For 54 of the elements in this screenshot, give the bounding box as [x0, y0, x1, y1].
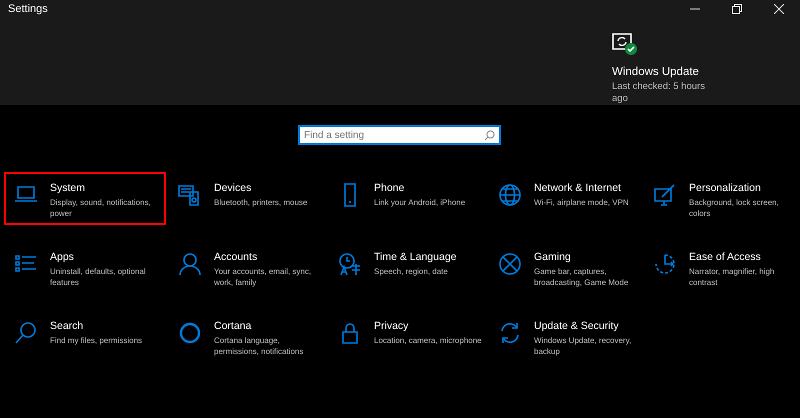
globe-icon [498, 183, 522, 207]
search-field[interactable]: Find a setting [298, 125, 501, 145]
circle-icon [178, 321, 202, 345]
category-item[interactable]: Search Find my files, permissions [4, 310, 166, 363]
window-title: Settings [8, 3, 48, 15]
category-name: Apps [50, 251, 75, 263]
category-description: Link your Android, iPhone [374, 197, 466, 208]
update-check-icon[interactable] [612, 32, 638, 56]
category-item[interactable]: Phone Link your Android, iPhone [328, 172, 490, 225]
update-status: Last checked: 5 hours ago [612, 81, 706, 105]
category-name: Phone [374, 182, 406, 194]
category-description: Game bar, captures, broadcasting, Game Mode [534, 266, 630, 288]
category-name: Gaming [534, 251, 572, 263]
category-item[interactable]: Privacy Location, camera, microphone [328, 310, 490, 363]
category-item[interactable]: Devices Bluetooth, printers, mouse [168, 172, 330, 225]
category-item[interactable]: Time & Language Speech, region, date [328, 241, 490, 294]
category-description: Location, camera, microphone [374, 335, 482, 346]
category-name: Time & Language [374, 251, 456, 263]
category-description: Your accounts, email, sync, work, family [214, 266, 312, 288]
category-description: Windows Update, recovery, backup [534, 335, 632, 357]
monitor-pen-icon [653, 183, 677, 207]
category-name: Search [50, 320, 84, 332]
category-name: Accounts [214, 251, 258, 263]
person-icon [178, 252, 202, 276]
dashed-dial-icon [653, 252, 677, 276]
category-description: Speech, region, date [374, 266, 449, 277]
category-description: Display, sound, notifications, power [50, 197, 152, 219]
category-item[interactable]: Apps Uninstall, defaults, optional features [4, 241, 166, 294]
category-item[interactable]: Update & Security Windows Update, recovery, backup [488, 310, 650, 363]
category-name: Cortana [214, 320, 252, 332]
category-name: Devices [214, 182, 252, 194]
category-description: Uninstall, defaults, optional features [50, 266, 147, 288]
category-description: Narrator, magnifier, high contrast [689, 266, 776, 288]
game-logo-icon [498, 252, 522, 276]
clock-letters-icon [338, 252, 362, 276]
category-name: Ease of Access [689, 251, 762, 263]
category-name: System [50, 182, 86, 194]
category-item[interactable]: System Display, sound, notifications, power [4, 172, 166, 225]
category-description: Background, lock screen, colors [689, 197, 780, 219]
update-title[interactable]: Windows Update [612, 66, 800, 78]
category-description: Find my files, permissions [50, 335, 142, 346]
keyboard-speaker-icon [178, 183, 202, 207]
category-description: Bluetooth, printers, mouse [214, 197, 308, 208]
sync-arrows-icon [498, 321, 522, 345]
category-description: Cortana language, permissions, notifications [214, 335, 304, 357]
category-item[interactable]: Accounts Your accounts, email, sync, work, family [168, 241, 330, 294]
category-name: Privacy [374, 320, 410, 332]
category-name: Personalization [689, 182, 762, 194]
search-icon [14, 321, 38, 345]
category-name: Network & Internet [534, 182, 622, 194]
category-item[interactable]: Cortana Cortana language, permissions, notifications [168, 310, 330, 363]
search-icon[interactable] [484, 130, 495, 141]
category-description: Wi-Fi, airplane mode, VPN [534, 197, 629, 208]
category-name: Update & Security [534, 320, 620, 332]
